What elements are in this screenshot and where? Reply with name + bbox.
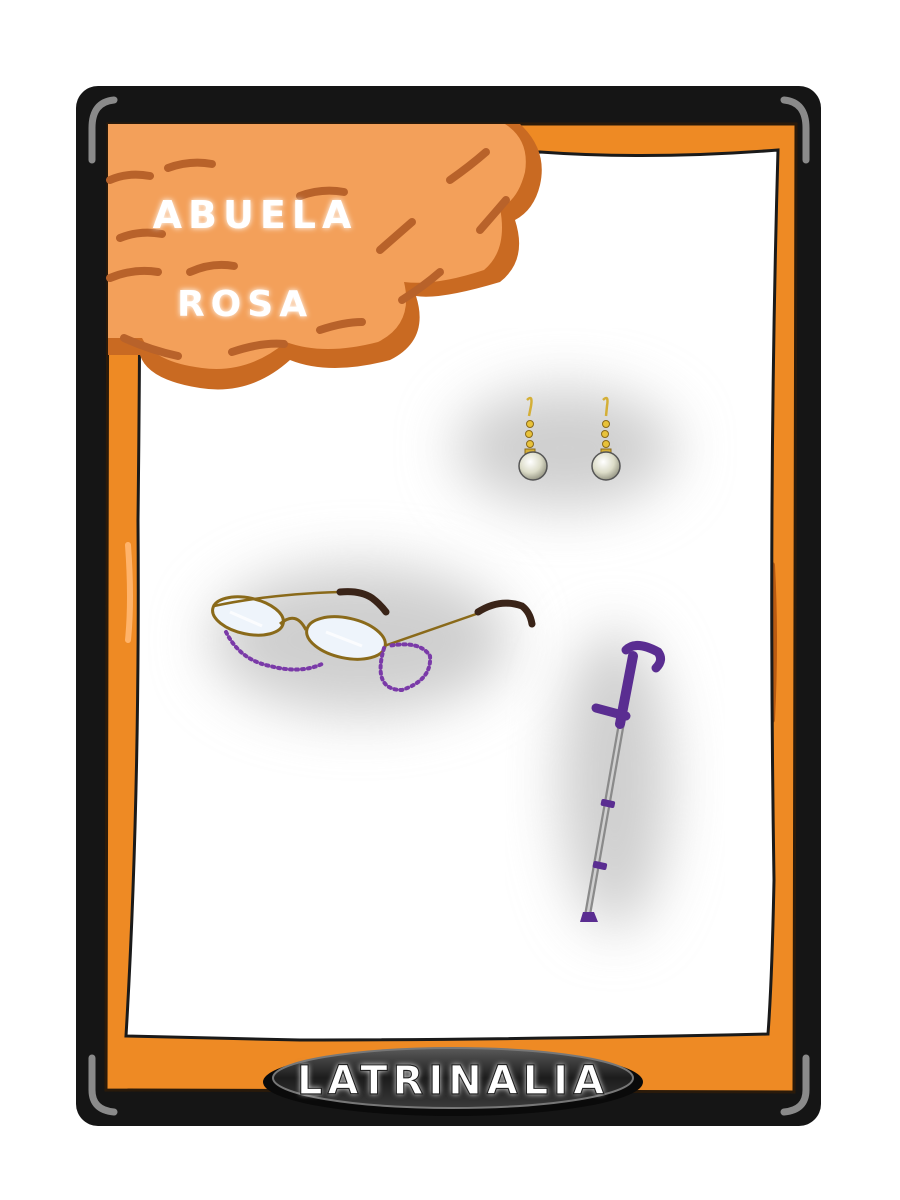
crutch-shadow (560, 630, 670, 930)
card-title-line1: ABUELA (153, 193, 358, 237)
character-card: ABUELA ROSA LATRINALIA (76, 86, 821, 1126)
brand-name: LATRINALIA (297, 1058, 609, 1104)
card-title-line2: ROSA (177, 284, 313, 325)
frame-streak-left (125, 542, 133, 643)
card-stage: ABUELA ROSA LATRINALIA (0, 0, 900, 1200)
earrings-shadow (455, 388, 675, 508)
